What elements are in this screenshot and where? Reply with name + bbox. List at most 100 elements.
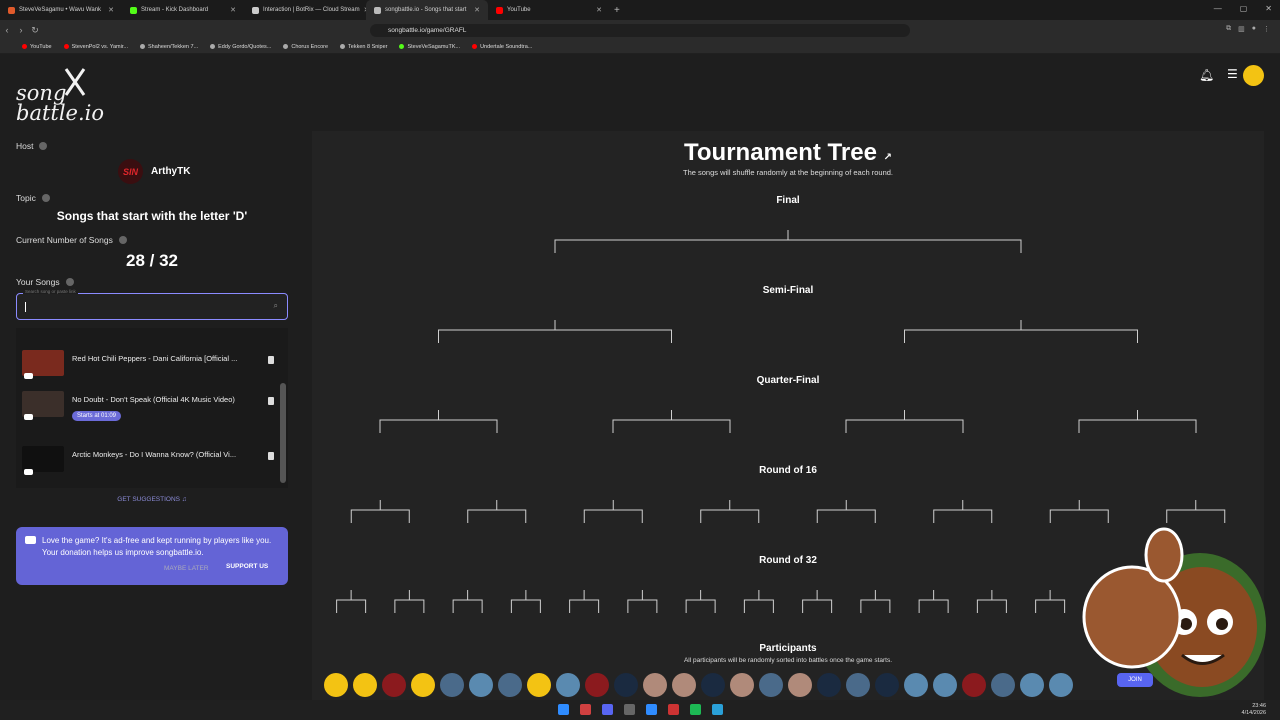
bookmark-item[interactable]: StevenPol2 vs. Yamir... bbox=[63, 44, 128, 50]
bracket-connector bbox=[467, 500, 527, 523]
windows-taskbar: 23:46 4/14/2026 bbox=[0, 700, 1280, 720]
participant-avatar[interactable] bbox=[1020, 673, 1044, 697]
tab-favicon-icon bbox=[374, 6, 381, 14]
bookmark-favicon-icon bbox=[472, 44, 478, 49]
participant-avatar[interactable] bbox=[875, 673, 899, 697]
bracket-connector bbox=[904, 320, 1138, 343]
tab-favicon-icon bbox=[8, 6, 15, 14]
system-clock: 23:46 4/14/2026 bbox=[1241, 703, 1266, 716]
bookmark-item[interactable]: SteveVeSagamuTK... bbox=[399, 44, 460, 50]
bookmark-item[interactable]: Chorus Encore bbox=[283, 44, 328, 50]
bookmark-item[interactable]: YouTube bbox=[22, 44, 52, 50]
tab-favicon-icon bbox=[130, 6, 137, 14]
participant-avatar[interactable] bbox=[846, 673, 870, 697]
participant-avatar[interactable] bbox=[759, 673, 783, 697]
participant-avatar[interactable] bbox=[324, 673, 348, 697]
bracket-connector bbox=[976, 590, 1007, 613]
bookmark-item[interactable]: Eddy Gordo/Quotes... bbox=[210, 44, 271, 50]
participant-avatar[interactable] bbox=[991, 673, 1015, 697]
sidebar-icon[interactable]: ▥ bbox=[1238, 25, 1245, 33]
participant-avatar[interactable] bbox=[933, 673, 957, 697]
discord-icon[interactable] bbox=[602, 704, 613, 715]
bracket-connector bbox=[918, 590, 949, 613]
bookmark-favicon-icon bbox=[210, 44, 216, 49]
bracket-connector bbox=[627, 590, 658, 613]
participant-avatar[interactable] bbox=[498, 673, 522, 697]
browser-tab[interactable]: SteveVeSagamu • Wavu Wank ✕ bbox=[0, 0, 122, 20]
new-tab-icon[interactable]: + bbox=[614, 5, 620, 16]
close-tab-icon[interactable]: ✕ bbox=[474, 6, 480, 14]
participant-avatar[interactable] bbox=[614, 673, 638, 697]
extensions-icon[interactable]: ⧉ bbox=[1226, 25, 1231, 33]
participant-avatar[interactable] bbox=[788, 673, 812, 697]
close-tab-icon[interactable]: ✕ bbox=[230, 6, 236, 14]
reload-icon[interactable]: ↻ bbox=[28, 25, 42, 36]
bracket-connector bbox=[394, 590, 425, 613]
profile-icon[interactable]: ● bbox=[1252, 25, 1256, 33]
bracket-connector bbox=[510, 590, 541, 613]
close-icon[interactable]: ✕ bbox=[1265, 4, 1272, 13]
url-input[interactable]: songbattle.io/game/GRAFL bbox=[370, 24, 910, 37]
bracket-connector bbox=[452, 590, 483, 613]
bookmark-favicon-icon bbox=[399, 44, 405, 49]
edge-icon[interactable] bbox=[646, 704, 657, 715]
close-tab-icon[interactable]: ✕ bbox=[596, 6, 602, 14]
address-bar-row: ‹ › ↻ songbattle.io/game/GRAFL ⧉ ▥ ● ⋮ bbox=[0, 20, 1280, 40]
bookmarks-bar: YouTube StevenPol2 vs. Yamir... Shaheen/Te… bbox=[0, 40, 1280, 54]
participant-avatar[interactable] bbox=[962, 673, 986, 697]
bookmark-favicon-icon bbox=[139, 44, 145, 49]
browser-tab[interactable]: songbattle.io - Songs that start ✕ bbox=[366, 0, 488, 20]
browser-menu-icon[interactable]: ⋮ bbox=[1263, 25, 1270, 33]
bracket-connector bbox=[700, 500, 760, 523]
participant-avatar[interactable] bbox=[1049, 673, 1073, 697]
browser-tab[interactable]: Stream - Kick Dashboard ✕ bbox=[122, 0, 244, 20]
tab-favicon-icon bbox=[496, 6, 503, 14]
bracket-connector bbox=[612, 410, 731, 433]
participant-avatar[interactable] bbox=[353, 673, 377, 697]
back-icon[interactable]: ‹ bbox=[0, 25, 14, 35]
telegram-icon[interactable] bbox=[712, 704, 723, 715]
bookmark-favicon-icon bbox=[22, 44, 27, 49]
forward-icon[interactable]: › bbox=[14, 25, 28, 35]
start-icon[interactable] bbox=[558, 704, 569, 715]
browser-tabbar: SteveVeSagamu • Wavu Wank ✕ Stream - Kick … bbox=[0, 0, 1280, 20]
bracket-connector bbox=[1078, 410, 1197, 433]
participant-avatar[interactable] bbox=[440, 673, 464, 697]
brave-icon[interactable] bbox=[580, 704, 591, 715]
browser-tab[interactable]: Interaction | BotRix — Cloud Stream✕ bbox=[244, 0, 366, 20]
app-icon[interactable] bbox=[668, 704, 679, 715]
bracket-connector bbox=[933, 500, 993, 523]
close-tab-icon[interactable]: ✕ bbox=[108, 6, 114, 14]
bookmark-item[interactable]: Shaheen/Tekken 7... bbox=[139, 44, 198, 50]
bookmark-favicon-icon bbox=[340, 44, 346, 49]
minimize-icon[interactable]: — bbox=[1214, 4, 1222, 13]
songbattle-app: song battle.io 🔔︎ ☰ Host SIN ArthyTK Top… bbox=[0, 55, 1280, 711]
participant-avatar[interactable] bbox=[411, 673, 435, 697]
bracket-connector bbox=[1166, 500, 1226, 523]
participant-avatar[interactable] bbox=[556, 673, 580, 697]
participant-avatar[interactable] bbox=[469, 673, 493, 697]
bracket-connector bbox=[802, 590, 833, 613]
bracket-connector bbox=[685, 590, 716, 613]
participant-avatar[interactable] bbox=[904, 673, 928, 697]
mascot-sticker bbox=[1082, 527, 1266, 697]
browser-tab[interactable]: YouTube ✕ bbox=[488, 0, 610, 20]
obs-icon[interactable] bbox=[624, 704, 635, 715]
participant-avatar[interactable] bbox=[672, 673, 696, 697]
maximize-icon[interactable]: ▢ bbox=[1240, 4, 1248, 13]
bracket-connector bbox=[860, 590, 891, 613]
participant-avatar[interactable] bbox=[730, 673, 754, 697]
spotify-icon[interactable] bbox=[690, 704, 701, 715]
participant-avatar[interactable] bbox=[643, 673, 667, 697]
bracket-connector bbox=[379, 410, 498, 433]
bracket-connector bbox=[438, 320, 672, 343]
bookmark-item[interactable]: Tekken 8 Sniper bbox=[340, 44, 387, 50]
participant-avatar[interactable] bbox=[585, 673, 609, 697]
participant-avatar[interactable] bbox=[382, 673, 406, 697]
participant-avatar[interactable] bbox=[817, 673, 841, 697]
window-controls: — ▢ ✕ bbox=[1214, 4, 1272, 13]
participant-avatar[interactable] bbox=[701, 673, 725, 697]
bookmark-item[interactable]: Undertale Soundtra... bbox=[472, 44, 532, 50]
bookmark-favicon-icon bbox=[63, 44, 69, 49]
participant-avatar[interactable] bbox=[527, 673, 551, 697]
